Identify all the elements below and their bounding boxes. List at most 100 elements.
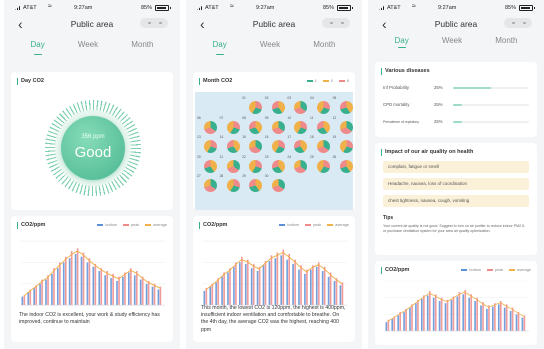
day-number: 24: [287, 154, 292, 159]
day-pie[interactable]: 04: [310, 96, 330, 114]
disease-bar-fill: [453, 104, 463, 106]
day-number: 22: [242, 154, 246, 159]
day-pie[interactable]: 27: [197, 174, 217, 192]
disease-bar: [453, 104, 529, 106]
bar-bottom: [68, 258, 71, 306]
bar-peak: [446, 299, 449, 331]
bar-peak: [317, 262, 320, 306]
tab-day[interactable]: Day: [395, 32, 409, 49]
pie-icon: [271, 179, 285, 192]
tab-day[interactable]: Day: [31, 36, 45, 56]
day-pie[interactable]: 13: [197, 135, 217, 153]
status-bar: AT&T ≈ 9:27am 85%: [368, 0, 544, 14]
bar-bottom: [104, 275, 106, 306]
day-pie[interactable]: 08: [242, 116, 263, 134]
day-pie[interactable]: 09: [265, 116, 285, 134]
bar-peak: [434, 294, 437, 331]
day-number: 13: [197, 135, 201, 139]
pie-icon: [339, 101, 353, 114]
bar-bottom: [503, 307, 506, 331]
tab-week[interactable]: Week: [78, 36, 98, 56]
day-pie[interactable]: 17: [287, 135, 308, 153]
day-pie[interactable]: 19: [333, 135, 353, 153]
impact-card: Impact of our air quality on health comp…: [375, 143, 537, 255]
close-icon: [159, 22, 162, 24]
bar-peak: [246, 259, 249, 306]
bar-peak: [452, 296, 455, 331]
disease-percent: 25%: [434, 119, 443, 124]
menu-capsule[interactable]: [140, 18, 168, 28]
bar-bottom: [128, 272, 130, 306]
bar-bottom: [468, 297, 470, 331]
legend-label: peak: [131, 223, 140, 227]
more-icon: [148, 22, 151, 24]
bar-peak: [306, 269, 308, 306]
impact-item: Headache, nausea, loss of coordination: [383, 178, 529, 190]
tab-month[interactable]: Month: [495, 32, 517, 49]
day-pie[interactable]: 18: [310, 135, 330, 153]
day-pie[interactable]: 07: [220, 116, 240, 134]
menu-capsule[interactable]: [504, 18, 532, 28]
bar-bottom: [450, 299, 453, 331]
day-pie[interactable]: 10: [287, 116, 308, 134]
day-pie[interactable]: 21: [220, 155, 240, 173]
bar-bottom: [456, 296, 459, 331]
day-pie[interactable]: 26: [333, 155, 353, 173]
day-pie[interactable]: 16: [265, 135, 285, 153]
bar-bottom: [268, 261, 271, 306]
bar-bottom: [280, 255, 283, 306]
day-pie[interactable]: 25: [310, 155, 330, 173]
pie-icon: [339, 120, 353, 134]
bar-bottom: [74, 253, 77, 306]
day-number: 03: [287, 96, 292, 100]
tab-month[interactable]: Month: [131, 36, 153, 56]
day-pie[interactable]: 05: [333, 96, 353, 114]
legend-average: average: [145, 223, 167, 227]
bar-bottom: [98, 271, 101, 306]
day-pie[interactable]: 15: [242, 135, 263, 153]
bar-peak: [211, 283, 214, 306]
day-pie[interactable]: 29: [242, 174, 263, 192]
day-number: 21: [219, 154, 224, 159]
bar-peak: [335, 278, 338, 306]
more-icon: [330, 22, 333, 24]
day-number: 20: [197, 154, 201, 159]
legend-label: average: [153, 223, 167, 227]
tab-week[interactable]: Week: [442, 32, 462, 49]
carrier-label: AT&T: [205, 5, 219, 11]
day-pie[interactable]: 14: [220, 135, 240, 153]
day-pie[interactable]: 02: [265, 96, 285, 114]
day-number: 19: [332, 135, 337, 139]
tab-week[interactable]: Week: [260, 36, 280, 56]
day-pie[interactable]: 01: [242, 96, 263, 114]
day-pie[interactable]: 03: [287, 96, 308, 114]
legend-bottom: bottom: [279, 223, 299, 227]
line-average: [23, 250, 161, 297]
gauge-value: 356 ppm: [81, 134, 105, 140]
day-pie[interactable]: 20: [197, 155, 217, 173]
disease-bar: [453, 121, 529, 123]
day-pie[interactable]: 06: [197, 116, 217, 134]
nav-bar: ‹ Public area: [4, 14, 180, 36]
bar-peak: [470, 294, 473, 331]
pie-icon: [226, 120, 240, 134]
bar-bottom: [403, 312, 405, 331]
bar-bottom: [203, 290, 206, 306]
tab-bar: Day Week Month: [4, 36, 180, 56]
day-pie[interactable]: 24: [287, 155, 308, 173]
bar-bottom: [310, 269, 312, 306]
menu-capsule[interactable]: [322, 18, 350, 28]
day-pie[interactable]: 11: [310, 116, 330, 134]
tab-day[interactable]: Day: [213, 36, 227, 56]
day-pie[interactable]: 12: [333, 116, 353, 134]
bar-bottom: [315, 266, 318, 306]
bar-peak: [476, 297, 478, 331]
tab-month[interactable]: Month: [313, 36, 335, 56]
day-pie[interactable]: 30: [265, 174, 285, 192]
bar-bottom: [51, 273, 53, 306]
legend-swatch: [123, 224, 130, 226]
day-pie[interactable]: 22: [242, 155, 263, 173]
bar-peak: [282, 249, 285, 306]
day-pie[interactable]: 23: [265, 155, 285, 173]
day-pie[interactable]: 28: [220, 174, 240, 192]
